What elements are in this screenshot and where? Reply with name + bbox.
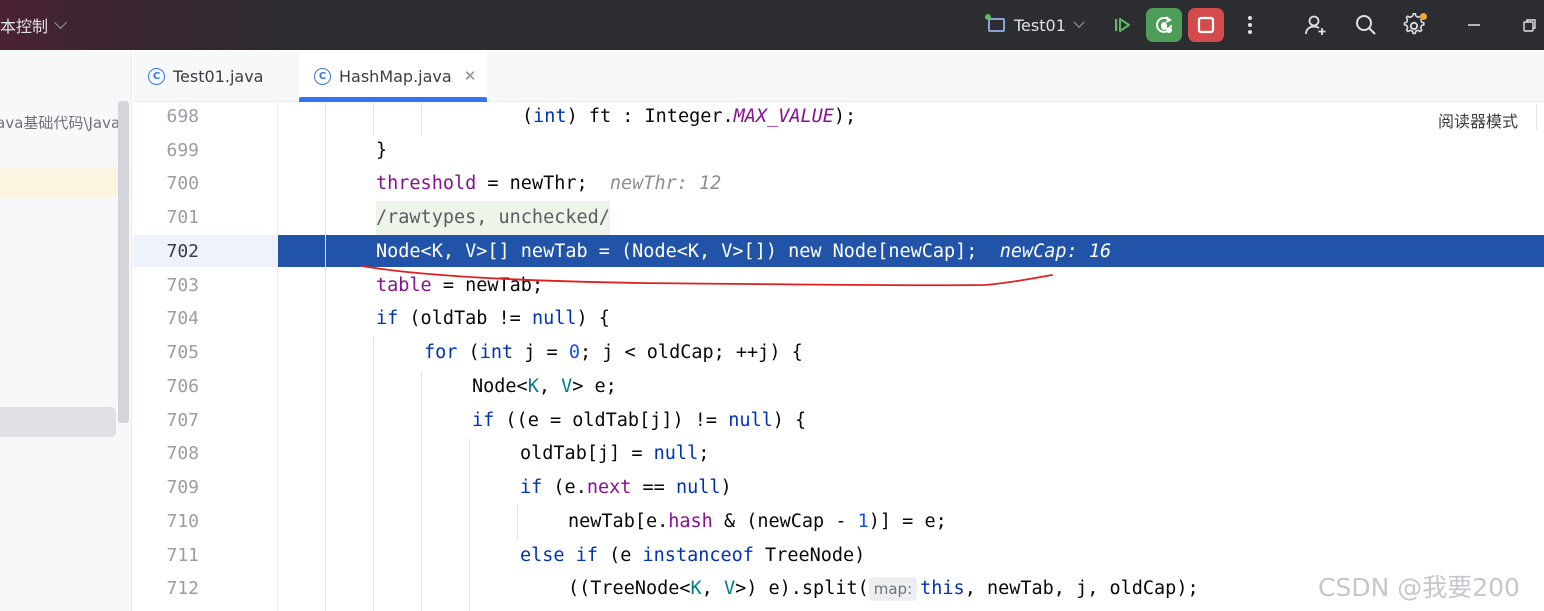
project-tool-window: java基础代码\Java [0, 50, 132, 611]
restore-icon [1523, 19, 1536, 32]
chevron-down-icon [54, 15, 67, 29]
line-number: 703 [166, 275, 199, 296]
resume-program-button[interactable] [1104, 8, 1140, 42]
settings-button[interactable] [1397, 8, 1433, 42]
project-panel-scrollbar[interactable] [118, 101, 129, 423]
code-line-706: 706 Node<K, V> e; [133, 370, 1544, 404]
vcs-label: 本控制 [0, 17, 49, 36]
code-text: threshold = newThr; newThr: 12 [376, 173, 722, 194]
rerun-debug-button[interactable] [1146, 8, 1182, 42]
resume-icon [1115, 18, 1130, 32]
line-number: 709 [166, 477, 199, 498]
add-user-button[interactable] [1298, 8, 1334, 42]
code-line-700: 700 threshold = newThr; newThr: 12 [133, 167, 1544, 201]
inline-value-hint: newThr: 12 [609, 173, 722, 194]
code-text: if (oldTab != null) { [376, 308, 610, 329]
line-number: 712 [166, 578, 199, 599]
suppress-comment: /rawtypes, unchecked/ [376, 201, 610, 235]
code-line-708: 708 oldTab[j] = null; [133, 437, 1544, 471]
code-text: Node<K, V>[] newTab = (Node<K, V>[]) new… [376, 241, 1112, 262]
line-number: 699 [166, 140, 199, 161]
line-number: 706 [166, 376, 199, 397]
search-icon [1356, 15, 1376, 35]
parameter-name-hint: map: [868, 577, 918, 601]
chevron-down-icon [1073, 16, 1085, 28]
project-path-row[interactable]: java基础代码\Java [0, 112, 132, 136]
code-text: else if (e instanceof TreeNode) [520, 545, 866, 566]
line-number: 700 [166, 173, 199, 194]
project-path-label: java基础代码\Java [0, 114, 121, 132]
more-vertical-icon [1248, 16, 1252, 34]
code-line-705: 705 for (int j = 0; j < oldCap; ++j) { [133, 336, 1544, 370]
search-button[interactable] [1348, 8, 1384, 42]
tab-label: HashMap.java [339, 66, 452, 86]
line-number: 702 [166, 241, 199, 262]
line-number: 708 [166, 443, 199, 464]
code-line-710: 710 newTab[e.hash & (newCap - 1)] = e; [133, 505, 1544, 539]
project-tree-selected-row[interactable] [0, 167, 130, 197]
watermark: CSDN @我要200 [1318, 573, 1520, 602]
code-line-709: 709 if (e.next == null) [133, 471, 1544, 505]
tab-test01-java[interactable]: C Test01.java [148, 50, 263, 102]
code-line-699: 699 } [133, 134, 1544, 168]
restore-window-button[interactable] [1516, 8, 1544, 42]
user-add-icon [1305, 15, 1326, 35]
code-text: Node<K, V> e; [472, 376, 617, 397]
line-number: 711 [166, 545, 199, 566]
code-line-702: 702 Node<K, V>[] newTab = (Node<K, V>[])… [133, 235, 1544, 269]
line-number: 705 [166, 342, 199, 363]
stop-button[interactable] [1188, 8, 1224, 42]
tab-hashmap-java[interactable]: C HashMap.java ✕ [299, 50, 487, 102]
code-line-707: 707 if ((e = oldTab[j]) != null) { [133, 404, 1544, 438]
minimize-window-button[interactable] [1456, 8, 1492, 42]
reader-mode-toggle[interactable]: 阅读器模式 [1438, 108, 1518, 132]
code-text: } [376, 140, 388, 161]
title-bar: 本控制 Test01 [0, 0, 1544, 50]
line-number: 704 [166, 308, 199, 329]
line-number: 710 [166, 511, 199, 532]
class-icon: C [148, 67, 165, 85]
line-number: 701 [166, 207, 199, 228]
divider [1536, 104, 1537, 130]
code-text: ((TreeNode<K, V>) e).split(map: this, new… [568, 577, 1199, 601]
run-config-label: Test01 [1014, 15, 1066, 35]
class-icon: C [314, 67, 331, 85]
editor-tab-bar: C Test01.java C HashMap.java ✕ [133, 50, 1544, 102]
line-number: 698 [166, 106, 199, 127]
code-line-703: 703 table = newTab; [133, 269, 1544, 303]
code-line-701: 701 /rawtypes, unchecked/ [133, 201, 1544, 235]
code-line-704: 704 if (oldTab != null) { [133, 302, 1544, 336]
run-config-icon [985, 14, 1005, 32]
vcs-widget[interactable]: 本控制 [0, 14, 67, 36]
code-text: table = newTab; [376, 275, 544, 296]
inline-value-hint: newCap: 16 [999, 241, 1112, 262]
code-text: if (e.next == null) [520, 477, 732, 498]
close-icon[interactable]: ✕ [464, 67, 477, 85]
more-actions-button[interactable] [1232, 8, 1268, 42]
code-text: for (int j = 0; j < oldCap; ++j) { [424, 342, 803, 363]
stop-icon [1197, 16, 1215, 34]
code-text: (int) ft : Integer.MAX_VALUE); [522, 106, 857, 127]
code-text: oldTab[j] = null; [520, 443, 710, 464]
tab-label: Test01.java [173, 66, 264, 86]
code-text: if ((e = oldTab[j]) != null) { [472, 410, 807, 431]
minimize-icon [1468, 24, 1480, 26]
code-text: newTab[e.hash & (newCap - 1)] = e; [568, 511, 947, 532]
debug-rerun-icon [1156, 16, 1172, 33]
gear-icon [1403, 12, 1427, 35]
project-tree-hover-row[interactable] [0, 407, 116, 437]
run-configuration-selector[interactable]: Test01 [985, 13, 1085, 37]
line-number: 707 [166, 410, 199, 431]
code-line-698: 698 (int) ft : Integer.MAX_VALUE); [133, 100, 1544, 134]
